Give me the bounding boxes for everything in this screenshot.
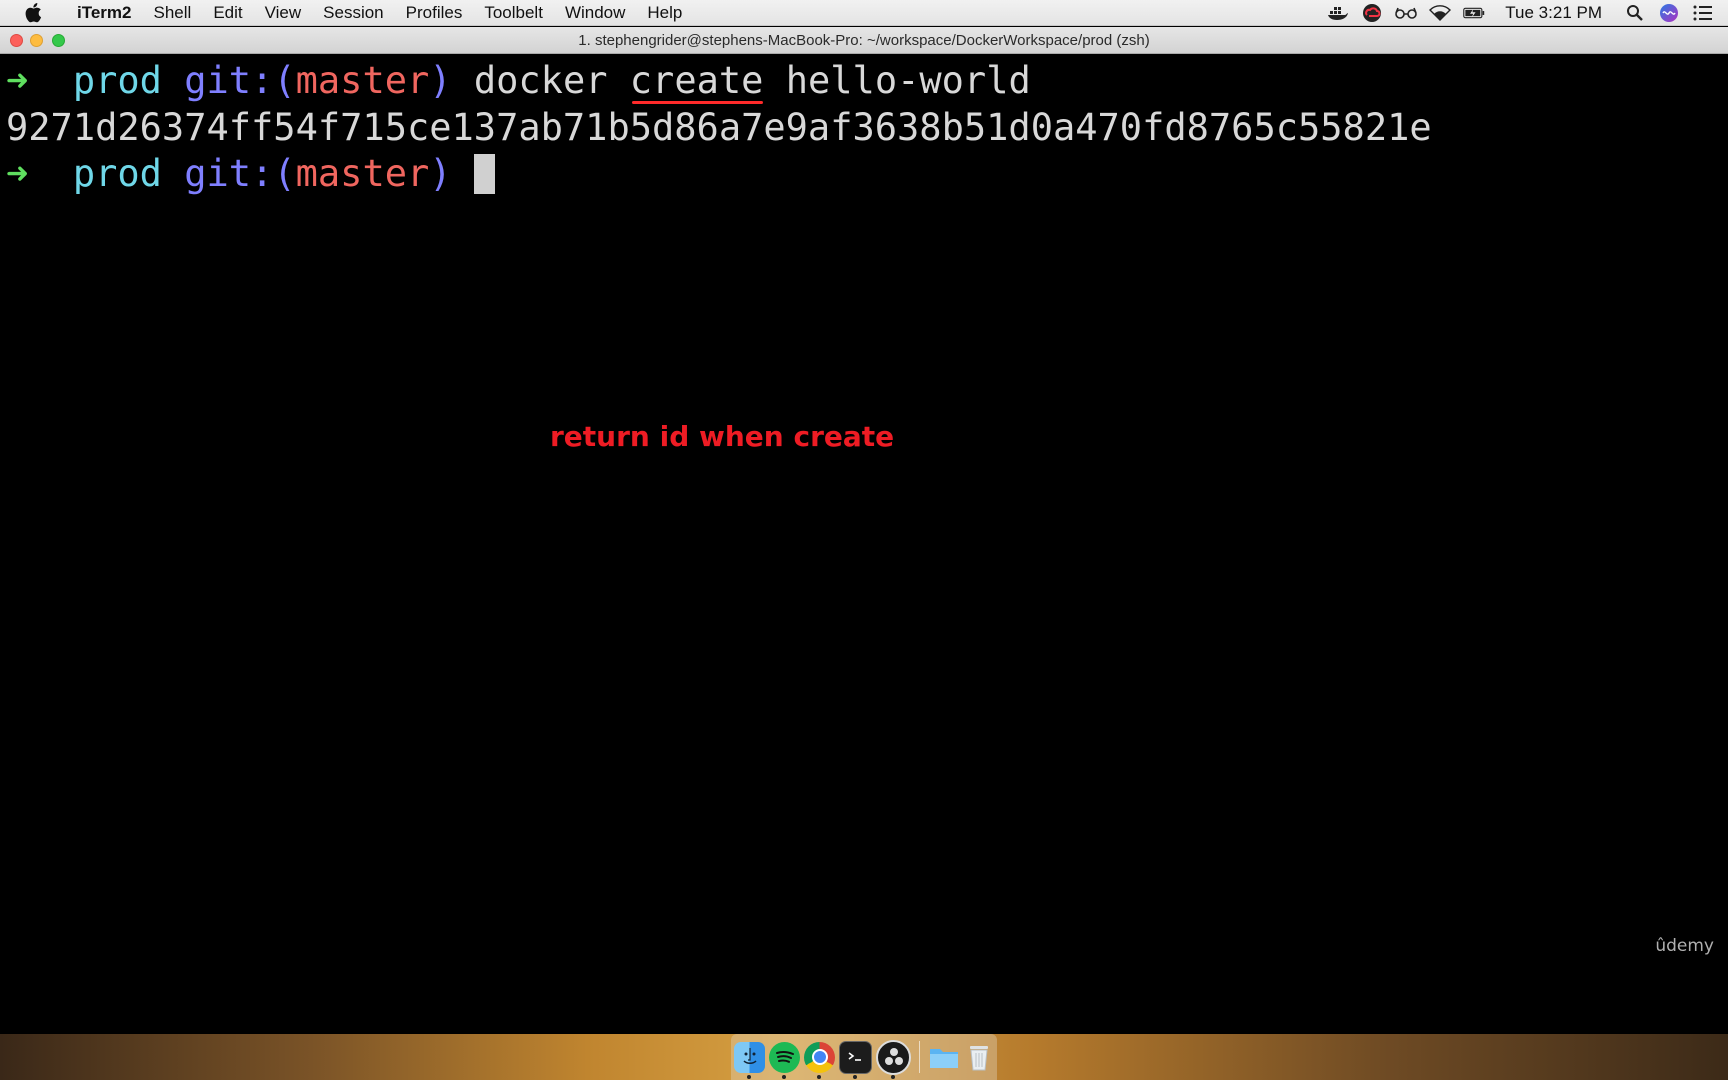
apple-menu-icon[interactable]: [24, 2, 46, 24]
window-title: 1. stephengrider@stephens-MacBook-Pro: ~…: [578, 32, 1150, 49]
finder-icon[interactable]: [734, 1041, 765, 1079]
trash-icon[interactable]: [963, 1042, 994, 1073]
menu-view[interactable]: View: [254, 0, 313, 26]
menu-app-name[interactable]: iTerm2: [66, 0, 143, 26]
prompt-git-suffix: ): [429, 152, 452, 195]
chrome-icon[interactable]: [804, 1041, 835, 1079]
obs-icon[interactable]: [876, 1039, 911, 1079]
prompt-branch: master: [295, 152, 430, 195]
prompt-git-prefix: git:(: [184, 152, 296, 195]
spotlight-icon[interactable]: [1624, 2, 1646, 24]
prompt-git-prefix: git:(: [184, 59, 296, 102]
notification-center-icon[interactable]: [1692, 2, 1714, 24]
running-indicator: [782, 1074, 786, 1079]
status-area: Tue 3:21 PM: [1321, 0, 1728, 26]
command-line-1: ➜ prod git:(master) docker create hello-…: [6, 58, 1031, 104]
running-indicator: [747, 1074, 751, 1079]
menu-edit[interactable]: Edit: [202, 0, 253, 26]
udemy-watermark: ûdemy: [1655, 936, 1714, 956]
terminal-pane[interactable]: ➜ prod git:(master) docker create hello-…: [0, 54, 1728, 1034]
menu-session[interactable]: Session: [312, 0, 394, 26]
downloads-folder-icon[interactable]: [928, 1042, 959, 1073]
command-argument: hello-world: [785, 59, 1031, 102]
running-indicator: [817, 1074, 821, 1079]
minimize-window-button[interactable]: [30, 34, 43, 47]
annotation-text: return id when create: [550, 420, 895, 453]
prompt-directory: prod: [72, 59, 162, 102]
prompt-arrow: ➜: [6, 152, 29, 195]
running-indicator: [853, 1074, 857, 1079]
siri-icon[interactable]: [1658, 2, 1680, 24]
command-line-2: ➜ prod git:(master): [6, 151, 495, 197]
terminal-icon[interactable]: [839, 1040, 872, 1079]
menu-toolbelt[interactable]: Toolbelt: [473, 0, 554, 26]
dock: [731, 1034, 997, 1080]
terminal-cursor: [473, 154, 495, 194]
running-indicator: [891, 1074, 895, 1079]
menu-profiles[interactable]: Profiles: [395, 0, 474, 26]
wifi-icon[interactable]: [1429, 2, 1452, 24]
docker-icon[interactable]: [1327, 2, 1349, 24]
prompt-directory: prod: [72, 152, 162, 195]
prompt-branch: master: [295, 59, 430, 102]
prompt-git-suffix: ): [429, 59, 452, 102]
command-text: docker: [473, 59, 608, 102]
menu-help[interactable]: Help: [636, 0, 693, 26]
menu-bar: iTerm2 Shell Edit View Session Profiles …: [0, 0, 1728, 26]
command-output: 9271d26374ff54f715ce137ab71b5d86a7e9af36…: [6, 106, 1432, 149]
menu-shell[interactable]: Shell: [143, 0, 203, 26]
close-window-button[interactable]: [10, 34, 23, 47]
maximize-window-button[interactable]: [52, 34, 65, 47]
glasses-icon[interactable]: [1395, 2, 1418, 24]
dock-separator: [919, 1041, 920, 1073]
creative-cloud-icon[interactable]: [1361, 2, 1383, 24]
menu-window[interactable]: Window: [554, 0, 636, 26]
prompt-arrow: ➜: [6, 59, 29, 102]
window-title-bar[interactable]: 1. stephengrider@stephens-MacBook-Pro: ~…: [0, 27, 1728, 54]
command-highlight: create: [629, 59, 764, 102]
battery-icon[interactable]: [1463, 2, 1485, 24]
spotify-icon[interactable]: [769, 1041, 800, 1079]
menu-clock[interactable]: Tue 3:21 PM: [1505, 3, 1602, 23]
